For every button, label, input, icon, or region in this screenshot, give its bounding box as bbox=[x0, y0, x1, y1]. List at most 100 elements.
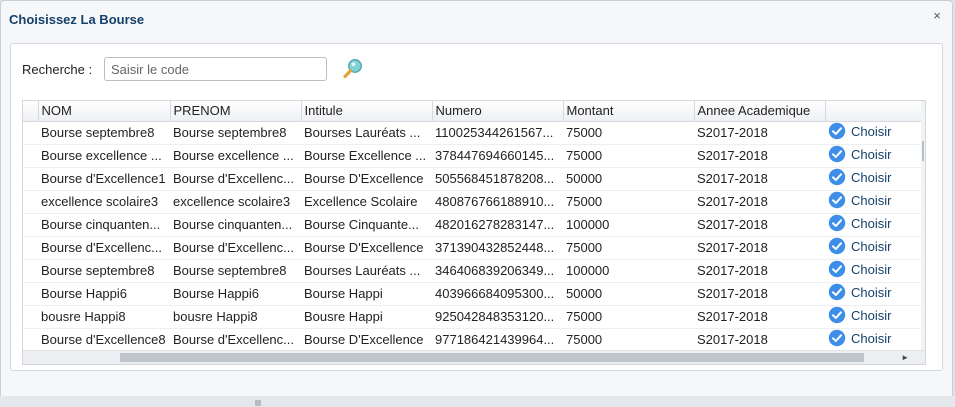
cell-annee-academique: S2017-2018 bbox=[694, 305, 825, 329]
choose-label: Choisir bbox=[851, 169, 892, 185]
check-circle-icon bbox=[828, 283, 846, 301]
table-row[interactable]: Bourse d'Excellence1 Bourse d'Excellenc..… bbox=[23, 167, 923, 191]
bourse-grid: NOM PRENOM Intitule Numero Montant Annee… bbox=[22, 100, 926, 365]
cell-action: Choisir bbox=[825, 121, 923, 145]
check-circle-icon bbox=[828, 191, 846, 209]
choose-button[interactable]: Choisir bbox=[828, 145, 891, 163]
row-gutter bbox=[23, 259, 38, 283]
cell-intitule: Bourses Lauréats ... bbox=[301, 121, 432, 145]
column-header-montant[interactable]: Montant bbox=[563, 101, 695, 122]
search-input[interactable] bbox=[104, 57, 327, 81]
table-row[interactable]: Bourse septembre8 Bourse septembre8 Bourse… bbox=[23, 121, 923, 145]
cell-prenom: Bourse excellence ... bbox=[170, 144, 301, 168]
column-header-annee-academique[interactable]: Annee Academique bbox=[694, 101, 826, 122]
column-header-numero[interactable]: Numero bbox=[432, 101, 564, 122]
check-circle-icon bbox=[828, 122, 846, 140]
choose-button[interactable]: Choisir bbox=[828, 329, 891, 347]
cell-prenom: Bourse d'Excellenc... bbox=[170, 236, 301, 260]
close-icon[interactable]: × bbox=[930, 9, 944, 23]
row-gutter bbox=[23, 305, 38, 329]
column-header-prenom[interactable]: PRENOM bbox=[170, 101, 302, 122]
check-circle-icon bbox=[828, 260, 846, 278]
check-circle-icon bbox=[828, 145, 846, 163]
row-gutter bbox=[23, 190, 38, 214]
cell-montant: 75000 bbox=[563, 144, 694, 168]
cell-action: Choisir bbox=[825, 213, 923, 237]
search-button[interactable] bbox=[341, 57, 365, 81]
check-circle-icon bbox=[828, 306, 846, 324]
cell-numero: 110025344261567... bbox=[432, 121, 563, 145]
cell-annee-academique: S2017-2018 bbox=[694, 328, 825, 352]
cell-nom: Bourse d'Excellenc... bbox=[38, 236, 170, 260]
check-circle-icon bbox=[828, 237, 846, 255]
cell-annee-academique: S2017-2018 bbox=[694, 144, 825, 168]
table-body: Bourse septembre8 Bourse septembre8 Bourse… bbox=[23, 121, 923, 352]
row-gutter bbox=[23, 121, 38, 145]
cell-annee-academique: S2017-2018 bbox=[694, 282, 825, 306]
table-row[interactable]: Bourse cinquanten... Bourse cinquanten...… bbox=[23, 213, 923, 237]
cell-montant: 50000 bbox=[563, 282, 694, 306]
choose-button[interactable]: Choisir bbox=[828, 306, 891, 324]
scroll-right-arrow-icon[interactable]: ► bbox=[901, 352, 909, 364]
cell-montant: 75000 bbox=[563, 305, 694, 329]
table-row[interactable]: bousre Happi8 bousre Happi8 Bousre Happi 92… bbox=[23, 305, 923, 329]
choose-label: Choisir bbox=[851, 330, 892, 346]
table-row[interactable]: Bourse d'Excellenc... Bourse d'Excellenc.… bbox=[23, 236, 923, 260]
cell-annee-academique: S2017-2018 bbox=[694, 190, 825, 214]
choose-button[interactable]: Choisir bbox=[828, 237, 891, 255]
cell-prenom: Bourse d'Excellenc... bbox=[170, 328, 301, 352]
check-circle-icon bbox=[828, 329, 846, 347]
cell-annee-academique: S2017-2018 bbox=[694, 213, 825, 237]
table-row[interactable]: Bourse d'Excellence8 Bourse d'Excellenc..… bbox=[23, 328, 923, 352]
cell-nom: Bourse d'Excellence1 bbox=[38, 167, 170, 191]
vertical-scrollbar-thumb[interactable] bbox=[922, 141, 924, 161]
cell-nom: Bourse d'Excellence8 bbox=[38, 328, 170, 352]
choose-button[interactable]: Choisir bbox=[828, 191, 891, 209]
choose-button[interactable]: Choisir bbox=[828, 214, 891, 232]
cell-prenom: Bourse d'Excellenc... bbox=[170, 167, 301, 191]
cell-action: Choisir bbox=[825, 236, 923, 260]
row-gutter bbox=[23, 236, 38, 260]
cell-numero: 482016278283147... bbox=[432, 213, 563, 237]
cell-numero: 346406839206349... bbox=[432, 259, 563, 283]
choose-button[interactable]: Choisir bbox=[828, 283, 891, 301]
cell-action: Choisir bbox=[825, 259, 923, 283]
table-row[interactable]: Bourse Happi6 Bourse Happi6 Bourse Happi 40… bbox=[23, 282, 923, 306]
row-gutter bbox=[23, 213, 38, 237]
horizontal-scrollbar[interactable]: ► bbox=[23, 350, 925, 364]
table-header-row: NOM PRENOM Intitule Numero Montant Annee… bbox=[23, 101, 924, 122]
cell-action: Choisir bbox=[825, 282, 923, 306]
cell-nom: Bourse septembre8 bbox=[38, 121, 170, 145]
cell-annee-academique: S2017-2018 bbox=[694, 121, 825, 145]
magnifier-icon bbox=[343, 59, 362, 79]
horizontal-scrollbar-thumb[interactable] bbox=[120, 353, 864, 362]
table-row[interactable]: Bourse septembre8 Bourse septembre8 Bourse… bbox=[23, 259, 923, 283]
cell-annee-academique: S2017-2018 bbox=[694, 236, 825, 260]
bourse-table: NOM PRENOM Intitule Numero Montant Annee… bbox=[23, 101, 924, 352]
column-header-nom[interactable]: NOM bbox=[38, 101, 171, 122]
choose-button[interactable]: Choisir bbox=[828, 122, 891, 140]
search-label: Recherche : bbox=[22, 62, 93, 77]
table-row[interactable]: excellence scolaire3 excellence scolaire3… bbox=[23, 190, 923, 214]
row-gutter bbox=[23, 167, 38, 191]
choose-button[interactable]: Choisir bbox=[828, 260, 891, 278]
choose-label: Choisir bbox=[851, 261, 892, 277]
table-row[interactable]: Bourse excellence ... Bourse excellence .… bbox=[23, 144, 923, 168]
cell-nom: Bourse Happi6 bbox=[38, 282, 170, 306]
cell-nom: Bourse cinquanten... bbox=[38, 213, 170, 237]
choose-label: Choisir bbox=[851, 238, 892, 254]
cell-numero: 378447694660145... bbox=[432, 144, 563, 168]
row-gutter bbox=[23, 328, 38, 352]
cell-prenom: bousre Happi8 bbox=[170, 305, 301, 329]
cell-prenom: Bourse Happi6 bbox=[170, 282, 301, 306]
vertical-scrollbar[interactable] bbox=[921, 101, 925, 351]
cell-numero: 371390432852448... bbox=[432, 236, 563, 260]
dialog-title: Choisissez La Bourse bbox=[9, 12, 145, 27]
cell-intitule: Excellence Scolaire bbox=[301, 190, 432, 214]
column-header-intitule[interactable]: Intitule bbox=[301, 101, 433, 122]
cell-intitule: Bourse D'Excellence bbox=[301, 167, 432, 191]
check-circle-icon bbox=[828, 168, 846, 186]
cell-montant: 100000 bbox=[563, 259, 694, 283]
choose-button[interactable]: Choisir bbox=[828, 168, 891, 186]
cell-montant: 75000 bbox=[563, 121, 694, 145]
